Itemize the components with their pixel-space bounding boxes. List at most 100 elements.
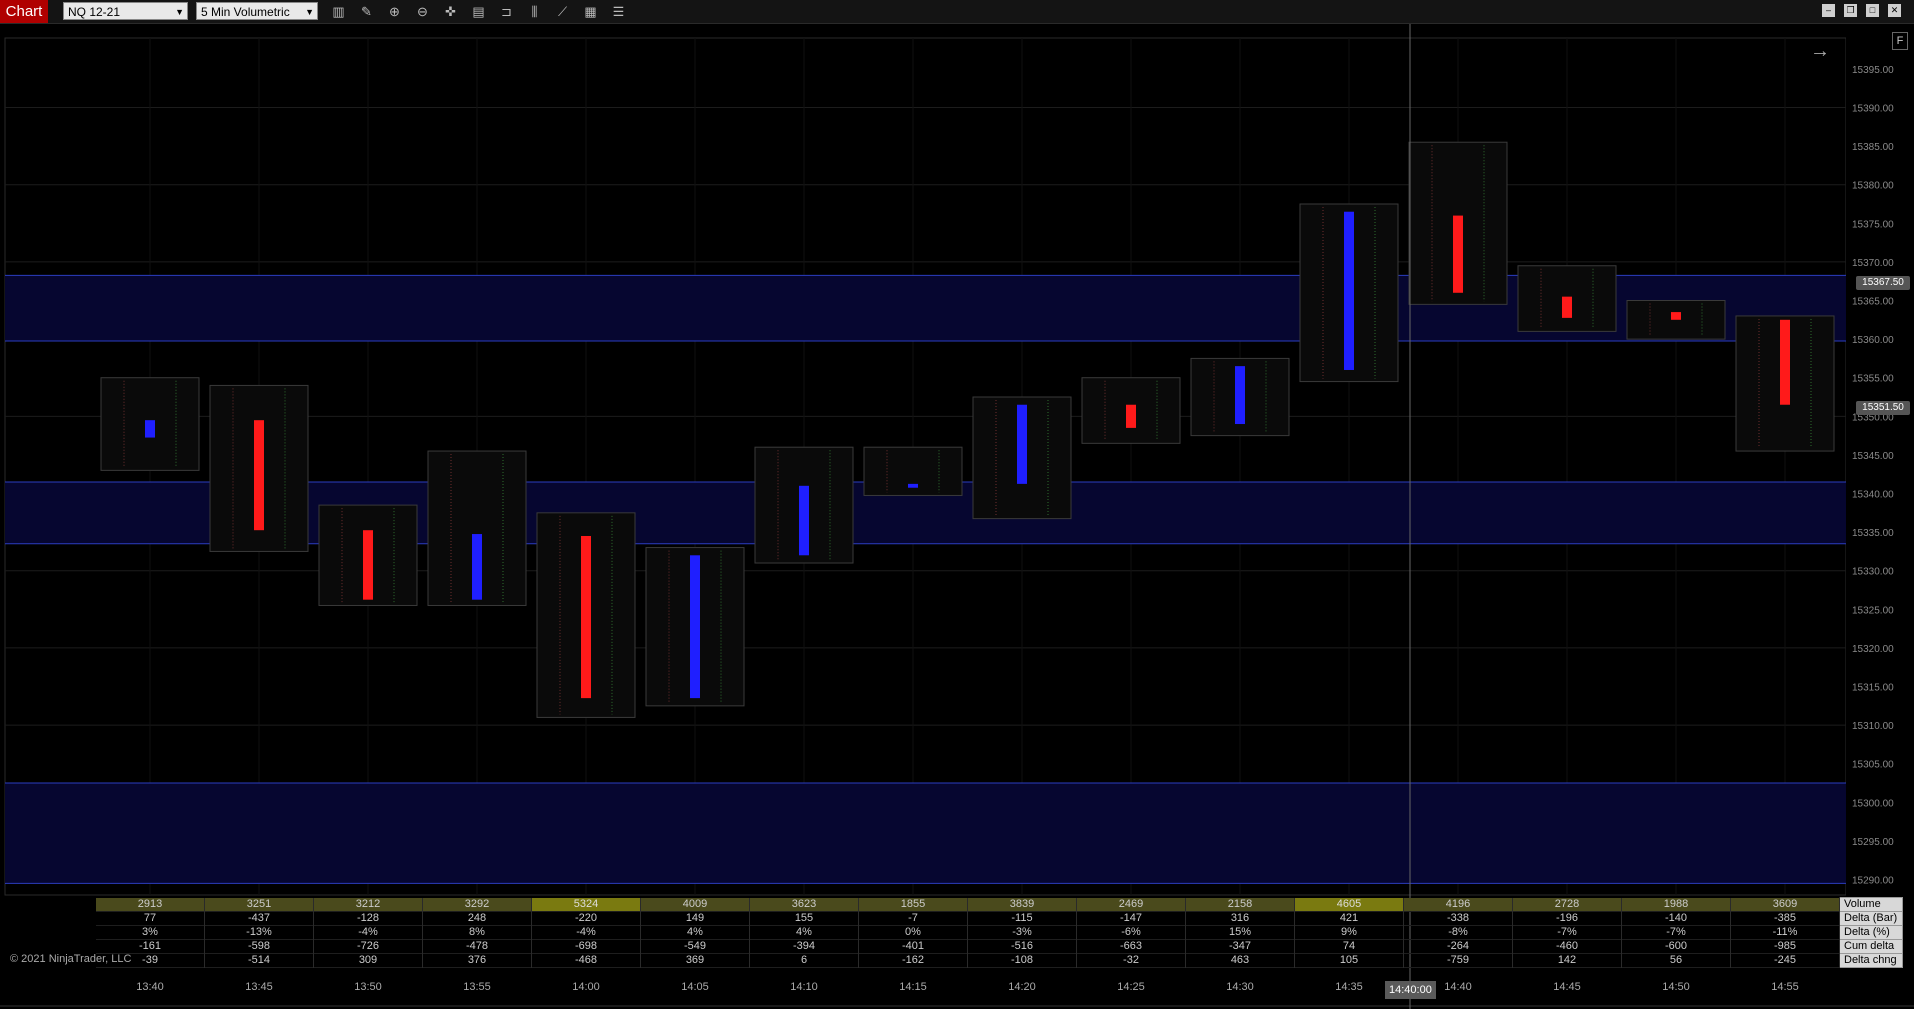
- stats-cell: -13%: [204, 925, 314, 940]
- strategy-icon[interactable]: ⊐: [498, 3, 515, 20]
- indicators-icon[interactable]: ⫼: [526, 3, 543, 20]
- stats-cell: 4%: [749, 925, 859, 940]
- y-tick-label: 15325.00: [1852, 605, 1894, 616]
- stats-cell: -32: [1076, 953, 1186, 968]
- restore-icon[interactable]: ❐: [1844, 4, 1857, 17]
- y-tick-label: 15395.00: [1852, 65, 1894, 76]
- draw-pencil-icon[interactable]: ✎: [358, 3, 375, 20]
- y-tick-label: 15290.00: [1852, 876, 1894, 887]
- stats-cell: -7: [858, 911, 968, 926]
- y-tick-label: 15360.00: [1852, 335, 1894, 346]
- candle-body: [472, 534, 482, 600]
- stats-cell: 155: [749, 911, 859, 926]
- stats-cell: -3%: [967, 925, 1077, 940]
- stats-cell: 3%: [96, 925, 205, 940]
- price-marker-current: 15367.50: [1856, 276, 1910, 290]
- candle-body: [1126, 404, 1136, 428]
- y-tick-label: 15330.00: [1852, 567, 1894, 578]
- x-tick-label: 14:10: [790, 981, 818, 993]
- bar-type-selector[interactable]: 5 Min Volumetric ▼: [196, 2, 318, 20]
- properties-icon[interactable]: ▦: [582, 3, 599, 20]
- line-chart-icon[interactable]: ⟋: [554, 3, 571, 20]
- chart-tab[interactable]: Chart: [0, 0, 48, 23]
- crosshair-icon[interactable]: ✜: [442, 3, 459, 20]
- price-chart[interactable]: 15290.00 15295.00 15300.00 15305.00 15310.00…: [0, 24, 1914, 1009]
- list-icon[interactable]: ☰: [610, 3, 627, 20]
- y-tick-label: 15300.00: [1852, 798, 1894, 809]
- stats-cell: 15%: [1185, 925, 1295, 940]
- stats-cell: 376: [422, 953, 532, 968]
- stats-cell: -460: [1512, 939, 1622, 954]
- data-box-icon[interactable]: ▤: [470, 3, 487, 20]
- x-tick-label: 14:35: [1335, 981, 1363, 993]
- y-tick-label: 15365.00: [1852, 297, 1894, 308]
- stats-cell: 6: [749, 953, 859, 968]
- stats-cell: 142: [1512, 953, 1622, 968]
- stats-cell: -385: [1730, 911, 1840, 926]
- stats-cell: 309: [313, 953, 423, 968]
- stats-cell: -347: [1185, 939, 1295, 954]
- chevron-down-icon: ▼: [175, 7, 184, 17]
- y-tick-label: 15295.00: [1852, 837, 1894, 848]
- stats-row-label: Delta (%): [1839, 925, 1903, 940]
- stats-cell: 4605: [1294, 897, 1404, 912]
- candle-body: [1235, 366, 1245, 425]
- y-tick-label: 15340.00: [1852, 490, 1894, 501]
- y-tick-label: 15315.00: [1852, 683, 1894, 694]
- minimize-icon[interactable]: –: [1822, 4, 1835, 17]
- stats-cell: -4%: [531, 925, 641, 940]
- zoom-out-icon[interactable]: ⊖: [414, 3, 431, 20]
- stats-cell: 1855: [858, 897, 968, 912]
- properties-f-button[interactable]: F: [1892, 32, 1908, 50]
- instrument-value: NQ 12-21: [68, 5, 121, 19]
- stats-cell: -985: [1730, 939, 1840, 954]
- stats-cell: -516: [967, 939, 1077, 954]
- volumetric-stats-table: 2913 3251 3212 3292 5324 4009 3623 1855 3839 2469…: [96, 897, 1903, 968]
- stats-cell: -338: [1403, 911, 1513, 926]
- bar-type-value: 5 Min Volumetric: [201, 5, 290, 19]
- x-tick-label: 13:45: [245, 981, 273, 993]
- stats-cell: -128: [313, 911, 423, 926]
- footprint-box: [1626, 300, 1726, 340]
- stats-row-label: Delta chng: [1839, 953, 1903, 968]
- footprint-box: [863, 446, 963, 496]
- copyright-text: © 2021 NinjaTrader, LLC: [10, 953, 132, 965]
- candle-body: [799, 485, 809, 556]
- candle-body: [908, 483, 918, 488]
- stats-cell: -394: [749, 939, 859, 954]
- close-icon[interactable]: ✕: [1888, 4, 1901, 17]
- crosshair-time-label: 14:40:00: [1385, 981, 1436, 999]
- stats-cell: -549: [640, 939, 750, 954]
- y-tick-label: 15385.00: [1852, 142, 1894, 153]
- stats-cell: -4%: [313, 925, 423, 940]
- stats-row-label: Cum delta: [1839, 939, 1903, 954]
- stats-cell: 421: [1294, 911, 1404, 926]
- stats-cell: 3251: [204, 897, 314, 912]
- stats-cell: 3609: [1730, 897, 1840, 912]
- stats-cell: 4009: [640, 897, 750, 912]
- stats-cell: -401: [858, 939, 968, 954]
- candle-body: [690, 555, 700, 699]
- candle-body: [363, 530, 373, 600]
- stats-cell: 56: [1621, 953, 1731, 968]
- y-tick-label: 15305.00: [1852, 760, 1894, 771]
- scroll-right-arrow-icon[interactable]: →: [1810, 40, 1830, 63]
- candle-body: [254, 420, 264, 531]
- stats-cell: 149: [640, 911, 750, 926]
- zoom-in-icon[interactable]: ⊕: [386, 3, 403, 20]
- instrument-selector[interactable]: NQ 12-21 ▼: [63, 2, 188, 20]
- stats-cell: -147: [1076, 911, 1186, 926]
- y-tick-label: 15390.00: [1852, 103, 1894, 114]
- stats-cell: -6%: [1076, 925, 1186, 940]
- y-tick-label: 15375.00: [1852, 219, 1894, 230]
- stats-row: 3% -13% -4% 8% -4% 4% 4% 0% -3% -6% 15% 9% -8% -7% -7%…: [96, 925, 1903, 940]
- bar-type-icon[interactable]: ▥: [330, 3, 347, 20]
- maximize-icon[interactable]: □: [1866, 4, 1879, 17]
- stats-row-label: Delta (Bar): [1839, 911, 1903, 926]
- stats-row: 2913 3251 3212 3292 5324 4009 3623 1855 3839 2469…: [96, 897, 1903, 912]
- chevron-down-icon: ▼: [305, 7, 314, 17]
- stats-cell: -161: [96, 939, 205, 954]
- stats-cell: -245: [1730, 953, 1840, 968]
- x-tick-label: 13:50: [354, 981, 382, 993]
- stats-cell: -478: [422, 939, 532, 954]
